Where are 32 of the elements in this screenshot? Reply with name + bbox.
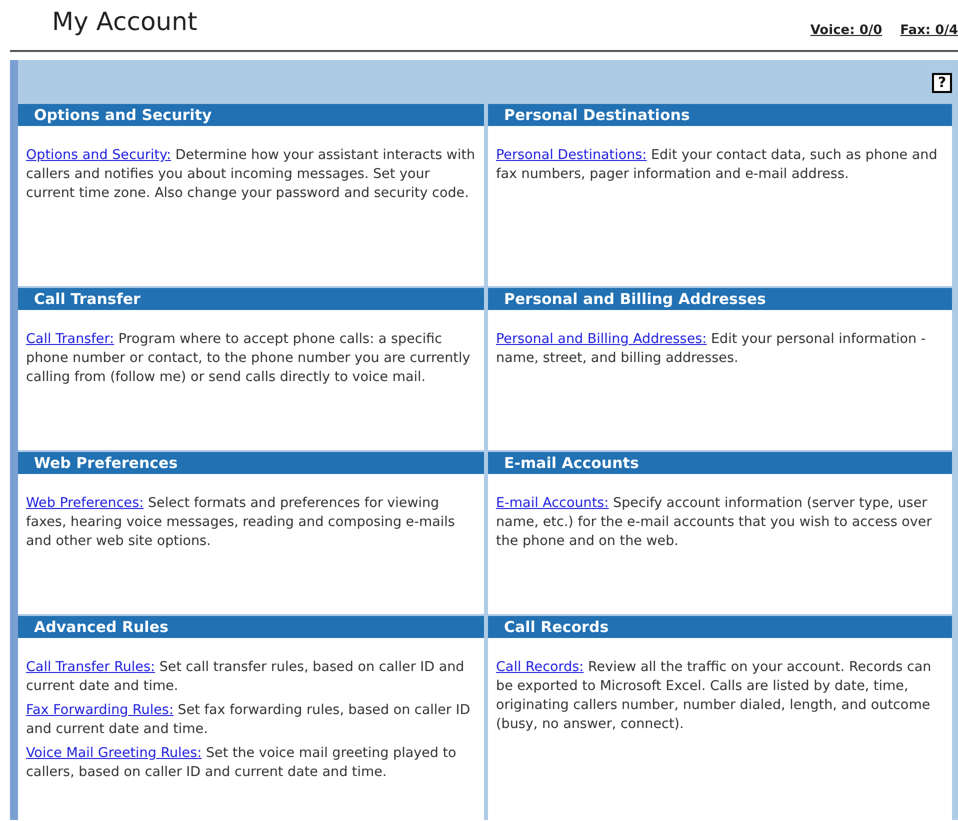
description-text: Call Records: Review all the traffic on your account. Records can be exported to Microsoft Excel. Calls are listed by date, time, originating callers number, number dialed, length, and outcome (busy, no answer, connect). <box>496 658 932 734</box>
help-button[interactable]: ? <box>932 73 952 93</box>
section-link[interactable]: Web Preferences: <box>26 495 144 511</box>
counter-link[interactable]: Voice: 0/0 <box>810 20 882 40</box>
section-header: Web Preferences <box>18 452 484 474</box>
counter-link[interactable]: Fax: 0/4 <box>900 20 958 40</box>
section-header: Personal Destinations <box>488 104 952 126</box>
section-link[interactable]: Voice Mail Greeting Rules: <box>26 745 202 761</box>
page-title: My Account <box>52 9 198 34</box>
section-link[interactable]: Personal and Billing Addresses: <box>496 331 707 347</box>
section-link[interactable]: Call Transfer: <box>26 331 114 347</box>
section-link[interactable]: Options and Security: <box>26 147 172 163</box>
description-text: Personal Destinations: Edit your contact data, such as phone and fax numbers, pager information and e-mail address. <box>496 146 938 184</box>
description-text: Personal and Billing Addresses: Edit your personal information - name, street, and billing addresses. <box>496 330 927 368</box>
description-text: E-mail Accounts: Specify account information (server type, user name, etc.) for the e-mail accounts that you wish to access over the phone and on the web. <box>496 494 933 551</box>
description-text: Call Transfer Rules: Set call transfer rules, based on caller ID and current date and time. <box>26 658 466 696</box>
description-text: Fax Forwarding Rules: Set fax forwarding rules, based on caller ID and current date and time. <box>26 701 472 739</box>
section-header: E-mail Accounts <box>488 452 952 474</box>
section-link[interactable]: E-mail Accounts: <box>496 495 609 511</box>
section-header: Call Records <box>488 616 952 638</box>
description-text: Options and Security: Determine how your assistant interacts with callers and notifies you about incoming messages. Set your current time zone. Also change your password and security code. <box>26 146 476 203</box>
description-text: Call Transfer: Program where to accept phone calls: a specific phone number or contact, to the phone number you are currently calling from (follow me) or send calls directly to voice mail. <box>26 330 472 387</box>
section-header: Call Transfer <box>18 288 484 310</box>
description-text: Web Preferences: Select formats and preferences for viewing faxes, hearing voice messages, reading and composing e-mails and other web site options. <box>26 494 456 551</box>
section-link[interactable]: Fax Forwarding Rules: <box>26 702 174 718</box>
section-header: Advanced Rules <box>18 616 484 638</box>
section-link[interactable]: Call Transfer Rules: <box>26 659 156 675</box>
description-text: Voice Mail Greeting Rules: Set the voice mail greeting played to callers, based on caller ID and current date and time. <box>26 744 458 782</box>
section-link[interactable]: Personal Destinations: <box>496 147 647 163</box>
section-header: Options and Security <box>18 104 484 126</box>
section-link[interactable]: Call Records: <box>496 659 584 675</box>
section-header: Personal and Billing Addresses <box>488 288 952 310</box>
